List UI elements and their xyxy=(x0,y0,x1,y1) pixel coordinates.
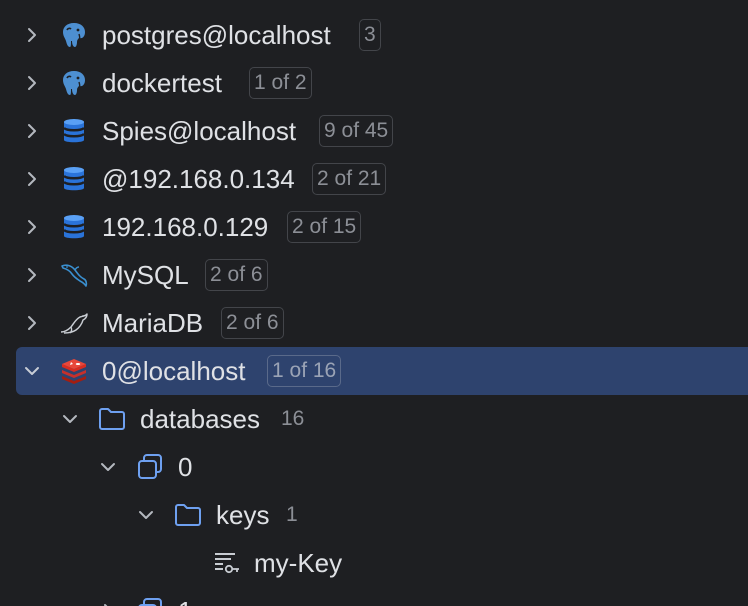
database-cylinder-icon xyxy=(59,164,89,194)
connection-badge: 2 of 6 xyxy=(205,259,268,291)
databases-count: 16 xyxy=(281,407,305,430)
chevron-right-icon[interactable] xyxy=(24,219,40,235)
connection-badge: 2 of 15 xyxy=(287,211,362,243)
connection-row-mysql[interactable]: MySQL 2 of 6 xyxy=(0,251,748,299)
connection-row-postgres-localhost[interactable]: postgres@localhost 3 xyxy=(0,11,748,59)
chevron-right-icon[interactable] xyxy=(24,315,40,331)
folder-icon xyxy=(97,404,127,434)
connection-badge: 2 of 6 xyxy=(221,307,284,339)
connection-row-mariadb[interactable]: MariaDB 2 of 6 xyxy=(0,299,748,347)
connection-label: postgres@localhost xyxy=(102,20,331,50)
database-row-1[interactable]: 1 xyxy=(0,587,748,606)
chevron-down-icon[interactable] xyxy=(100,459,116,475)
keys-count: 1 xyxy=(286,503,298,526)
connection-label: MySQL xyxy=(102,260,189,290)
string-key-icon xyxy=(211,548,241,578)
chevron-down-icon[interactable] xyxy=(24,363,40,379)
chevron-right-icon[interactable] xyxy=(24,75,40,91)
keys-folder-row[interactable]: keys 1 xyxy=(0,491,748,539)
key-label: my-Key xyxy=(254,548,343,578)
connection-label: @192.168.0.134 xyxy=(102,164,295,194)
connection-row-dockertest[interactable]: dockertest 1 of 2 xyxy=(0,59,748,107)
mysql-dolphin-icon xyxy=(59,260,89,290)
chevron-right-icon[interactable] xyxy=(24,27,40,43)
keys-label: keys xyxy=(216,500,270,530)
connection-badge: 9 of 45 xyxy=(319,115,394,147)
connection-badge: 2 of 21 xyxy=(312,163,387,195)
redis-icon xyxy=(59,356,89,386)
connection-row-192-168-0-134[interactable]: @192.168.0.134 2 of 21 xyxy=(0,155,748,203)
database-row-0[interactable]: 0 xyxy=(0,443,748,491)
connection-row-192-168-0-129[interactable]: 192.168.0.129 2 of 15 xyxy=(0,203,748,251)
database-cylinder-icon xyxy=(59,212,89,242)
databases-label: databases xyxy=(140,404,260,434)
connection-badge: 1 of 16 xyxy=(267,355,342,387)
connection-badge: 1 of 2 xyxy=(249,67,312,99)
connection-row-spies-localhost[interactable]: Spies@localhost 9 of 45 xyxy=(0,107,748,155)
connection-label: 0@localhost xyxy=(102,356,246,386)
folder-icon xyxy=(173,500,203,530)
database-label: 1 xyxy=(178,587,192,606)
database-label: 0 xyxy=(178,452,193,482)
connection-label: Spies@localhost xyxy=(102,116,297,146)
mariadb-seal-icon xyxy=(59,308,89,338)
chevron-right-icon[interactable] xyxy=(24,123,40,139)
postgresql-elephant-icon xyxy=(59,20,89,50)
chevron-down-icon[interactable] xyxy=(138,507,154,523)
database-explorer-tree: postgres@localhost 3 dockertest 1 of 2 S… xyxy=(0,0,748,606)
databases-folder-row[interactable]: databases 16 xyxy=(0,395,748,443)
chevron-right-icon[interactable] xyxy=(24,267,40,283)
database-schema-icon xyxy=(135,596,165,606)
key-row-my-key[interactable]: my-Key xyxy=(0,539,748,587)
database-schema-icon xyxy=(135,452,165,482)
chevron-down-icon[interactable] xyxy=(62,411,78,427)
connection-label: dockertest xyxy=(102,68,222,98)
connection-row-0-localhost[interactable]: 0@localhost 1 of 16 xyxy=(16,347,748,395)
postgresql-elephant-icon xyxy=(59,68,89,98)
chevron-right-icon[interactable] xyxy=(24,171,40,187)
database-cylinder-icon xyxy=(59,116,89,146)
connection-label: 192.168.0.129 xyxy=(102,212,269,242)
connection-badge: 3 xyxy=(359,19,381,51)
connection-label: MariaDB xyxy=(102,308,204,338)
